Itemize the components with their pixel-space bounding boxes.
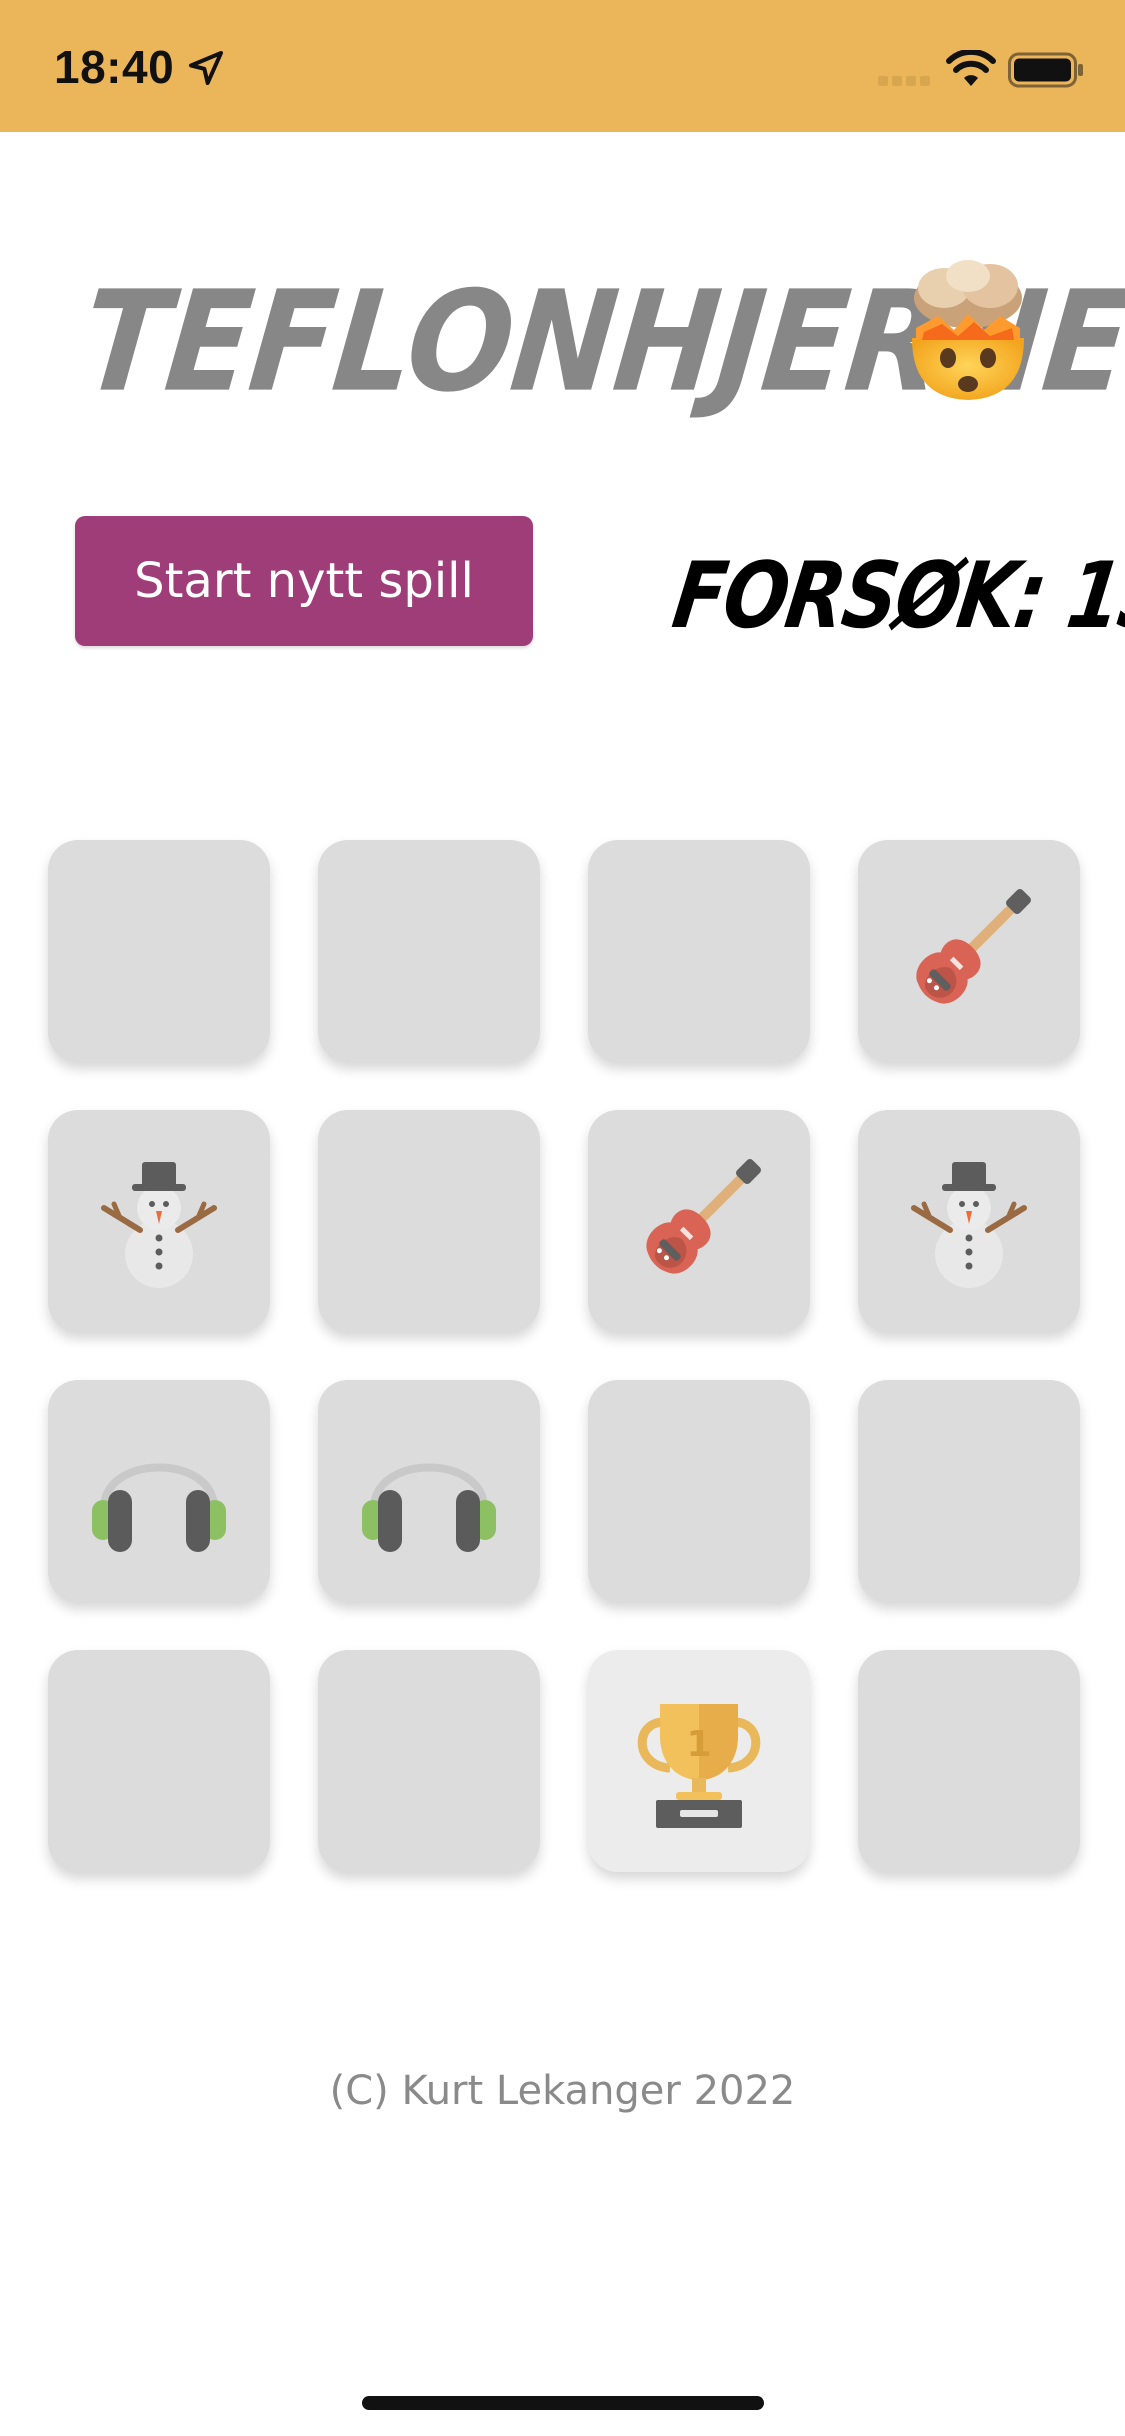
memory-card-r4-c1[interactable] <box>48 1650 270 1872</box>
snowman-icon <box>84 1146 234 1296</box>
memory-card-r1-c3[interactable] <box>588 840 810 1062</box>
memory-card-r4-c4[interactable] <box>858 1650 1080 1872</box>
memory-card-r2-c3[interactable] <box>588 1110 810 1332</box>
trophy-icon: 1 <box>624 1686 774 1836</box>
game-board: 1 <box>48 840 1080 1872</box>
status-time: 18:40 <box>54 41 175 93</box>
exploding-head-icon <box>912 260 1024 400</box>
headphones-icon <box>84 1416 234 1566</box>
svg-text:1: 1 <box>686 1724 711 1765</box>
memory-card-r3-c2[interactable] <box>318 1380 540 1602</box>
memory-card-r4-c3[interactable]: 1 <box>588 1650 810 1872</box>
cellular-signal-icon <box>878 76 930 86</box>
memory-card-r4-c2[interactable] <box>318 1650 540 1872</box>
wifi-icon <box>946 50 996 86</box>
memory-card-r2-c2[interactable] <box>318 1110 540 1332</box>
memory-card-r3-c3[interactable] <box>588 1380 810 1602</box>
attempts-counter: FORSØK: 15 <box>666 542 1125 649</box>
battery-icon <box>1008 52 1083 88</box>
memory-card-r2-c1[interactable] <box>48 1110 270 1332</box>
status-bar: 18:40 <box>0 0 1125 132</box>
copyright-footer: (C) Kurt Lekanger 2022 <box>329 2068 796 2114</box>
memory-card-r1-c4[interactable] <box>858 840 1080 1062</box>
snowman-icon <box>894 1146 1044 1296</box>
memory-card-r3-c4[interactable] <box>858 1380 1080 1602</box>
memory-card-r3-c1[interactable] <box>48 1380 270 1602</box>
memory-card-r1-c2[interactable] <box>318 840 540 1062</box>
guitar-icon <box>894 876 1044 1026</box>
memory-card-r2-c4[interactable] <box>858 1110 1080 1332</box>
home-indicator <box>362 2396 764 2410</box>
location-arrow-icon <box>189 51 223 85</box>
headphones-icon <box>354 1416 504 1566</box>
memory-card-r1-c1[interactable] <box>48 840 270 1062</box>
start-new-game-button[interactable]: Start nytt spill <box>75 516 533 646</box>
guitar-icon <box>624 1146 774 1296</box>
